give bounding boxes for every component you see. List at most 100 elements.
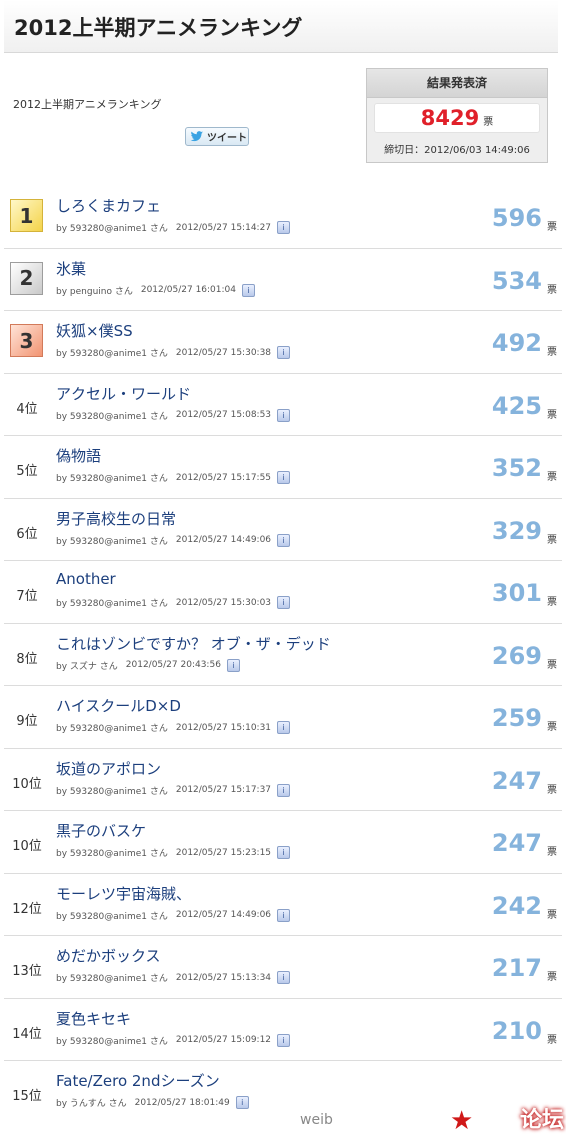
submitter: by 593280@anime1 さん [56, 1036, 168, 1047]
rank-label: 8位 [16, 651, 38, 667]
rank-label: 5位 [16, 464, 38, 479]
submit-date: 2012/05/27 16:01:04 [140, 285, 236, 295]
star-logo-icon: ★ [450, 1106, 474, 1136]
ranking-row: 10位 黒子のバスケ by 593280@anime1 さん 2012/05/27 1… [4, 811, 562, 874]
page-title: 2012上半期アニメランキング [14, 16, 303, 40]
info-icon[interactable]: i [277, 596, 291, 609]
info-icon[interactable]: i [277, 908, 291, 922]
info-icon[interactable]: i [277, 471, 291, 484]
anime-title-link[interactable]: 夏色キセキ [56, 1008, 131, 1029]
entry-meta: by 593280@anime1 さん 2012/05/27 15:17:37 i [56, 783, 291, 797]
submit-date: 2012/05/27 15:09:12 [175, 1035, 272, 1045]
result-status: 結果発表済 [367, 69, 547, 98]
vote-unit: 票 [547, 784, 557, 796]
anime-title-link[interactable]: しろくまカフェ [56, 195, 161, 216]
anime-title-link[interactable]: 氷菓 [56, 258, 86, 279]
vote-count: 259 [491, 704, 542, 732]
info-icon[interactable]: i [277, 346, 291, 359]
info-icon[interactable]: i [277, 721, 291, 734]
submit-date: 2012/05/27 14:49:06 [175, 910, 272, 920]
vote-unit: 票 [547, 284, 557, 296]
watermark: weib ★ 论坛 [300, 1102, 566, 1146]
anime-title-link[interactable]: これはゾンビですか？ オブ・ザ・デッド [56, 633, 331, 654]
vote-unit: 票 [547, 347, 557, 358]
ranking-row: 12位 モーレツ宇宙海賊、 by 593280@anime1 さん 2012/05/2… [4, 874, 562, 936]
vote-unit: 票 [547, 972, 557, 983]
anime-title-link[interactable]: アクセル・ワールド [56, 383, 191, 404]
vote-unit: 票 [547, 222, 557, 233]
anime-title-link[interactable]: めだかボックス [56, 945, 161, 966]
info-icon[interactable]: i [277, 408, 291, 422]
info-icon[interactable]: i [277, 783, 291, 797]
bronze-medal-rank: 3 [10, 324, 43, 357]
submitter: by 593280@anime1 さん [56, 599, 168, 609]
info-icon[interactable]: i [277, 221, 291, 234]
anime-title-link[interactable]: 妖狐×僕SS [56, 320, 133, 341]
tweet-button[interactable]: ツイート [185, 127, 249, 146]
info-icon[interactable]: i [235, 1096, 249, 1109]
vote-unit: 票 [547, 472, 557, 483]
submitter: by 593280@anime1 さん [56, 786, 168, 797]
submit-date: 2012/05/27 15:08:53 [175, 410, 272, 420]
submitter: by うんすん さん [56, 1099, 127, 1109]
watermark-text: weib [300, 1112, 333, 1128]
entry-meta: by スズナ さん 2012/05/27 20:43:56 i [56, 658, 240, 672]
ranking-row: 5位 偽物語 by 593280@anime1 さん 2012/05/27 15:17… [4, 436, 562, 499]
entry-meta: by 593280@anime1 さん 2012/05/27 15:09:12 i [56, 1033, 291, 1047]
vote-count: 247 [491, 829, 542, 857]
submitter: by 593280@anime1 さん [56, 349, 168, 359]
ranking-list: 1 しろくまカフェ by 593280@anime1 さん 2012/05/27 15… [4, 186, 562, 1124]
rank-label: 4位 [16, 401, 38, 417]
total-votes-unit: 票 [483, 117, 494, 128]
vote-count: 425 [491, 391, 542, 420]
anime-title-link[interactable]: 偽物語 [56, 445, 101, 466]
info-icon[interactable]: i [277, 846, 291, 859]
submit-date: 2012/05/27 15:23:15 [175, 847, 272, 858]
submitter: by 593280@anime1 さん [56, 474, 168, 484]
entry-meta: by penguino さん 2012/05/27 16:01:04 i [56, 283, 255, 297]
submitter: by 593280@anime1 さん [56, 224, 168, 234]
ranking-row: 2 氷菓 by penguino さん 2012/05/27 16:01:04 i 534… [4, 249, 562, 311]
anime-title-link[interactable]: 黒子のバスケ [56, 820, 146, 841]
vote-count: 269 [491, 641, 542, 670]
vote-count: 492 [491, 329, 542, 357]
info-icon[interactable]: i [277, 533, 291, 547]
info-icon[interactable]: i [242, 283, 255, 297]
vote-unit: 票 [547, 597, 557, 608]
anime-title-link[interactable]: Another [56, 570, 116, 588]
entry-meta: by 593280@anime1 さん 2012/05/27 15:10:31 i [56, 721, 291, 734]
vote-count: 534 [491, 266, 542, 295]
rank-label: 15位 [12, 1089, 42, 1104]
info-icon[interactable]: i [226, 658, 240, 672]
submitter: by スズナ さん [56, 661, 118, 672]
anime-title-link[interactable]: 坂道のアポロン [56, 758, 161, 779]
vote-unit: 票 [547, 1034, 557, 1046]
gold-medal-rank: 1 [10, 199, 43, 232]
ranking-row: 9位 ハイスクールD×D by 593280@anime1 さん 2012/05/27… [4, 686, 562, 749]
silver-medal-rank: 2 [10, 261, 43, 295]
anime-title-link[interactable]: モーレツ宇宙海賊、 [56, 883, 191, 904]
info-icon[interactable]: i [277, 971, 291, 984]
vote-count: 247 [491, 766, 542, 795]
twitter-bird-icon [190, 131, 204, 142]
total-votes-box: 8429 票 [374, 103, 540, 133]
anime-title-link[interactable]: Fate/Zero 2ndシーズン [56, 1070, 220, 1091]
anime-title-link[interactable]: ハイスクールD×D [56, 695, 181, 716]
submitter: by 593280@anime1 さん [56, 911, 168, 922]
deadline: 締切日：2012/06/03 14:49:06 [384, 145, 530, 156]
rank-label: 9位 [16, 714, 38, 729]
submit-date: 2012/05/27 15:30:03 [175, 597, 272, 608]
entry-meta: by 593280@anime1 さん 2012/05/27 15:14:27 i [56, 221, 291, 234]
rank-label: 6位 [16, 526, 38, 542]
rank-label: 12位 [12, 901, 42, 917]
submit-date: 2012/05/27 20:43:56 [125, 660, 221, 670]
ranking-row: 10位 坂道のアポロン by 593280@anime1 さん 2012/05/27 … [4, 749, 562, 811]
vote-count: 329 [491, 516, 542, 545]
entry-meta: by 593280@anime1 さん 2012/05/27 15:30:38 i [56, 346, 291, 359]
entry-meta: by 593280@anime1 さん 2012/05/27 15:23:15 i [56, 846, 291, 859]
info-icon[interactable]: i [277, 1033, 291, 1047]
vote-unit: 票 [547, 409, 557, 421]
result-panel: 結果発表済 8429 票 締切日：2012/06/03 14:49:06 [366, 68, 548, 163]
anime-title-link[interactable]: 男子高校生の日常 [56, 508, 176, 529]
vote-unit: 票 [547, 909, 557, 921]
